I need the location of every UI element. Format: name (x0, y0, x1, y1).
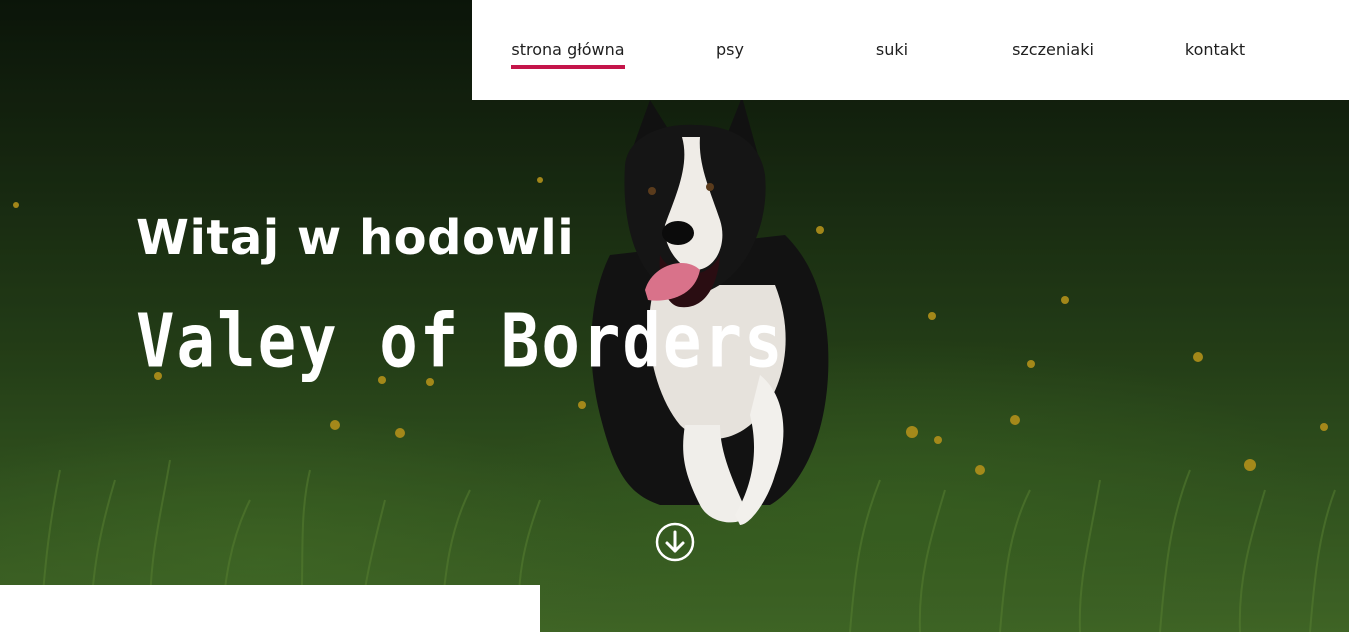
nav-item-kontakt[interactable]: kontakt (1183, 40, 1247, 70)
nav-item-psy[interactable]: psy (712, 40, 748, 70)
nav-item-strona-glowna[interactable]: strona główna (511, 40, 625, 70)
nav-item-szczeniaki[interactable]: szczeniaki (1010, 40, 1096, 70)
arrow-down-circle-icon (655, 522, 695, 562)
scroll-down-button[interactable] (655, 522, 695, 562)
main-navigation: strona główna psy suki szczeniaki kontak… (472, 0, 1349, 100)
kennel-name: Valey of Borders (136, 300, 785, 386)
nav-item-suki[interactable]: suki (872, 40, 912, 70)
hero-headline: Witaj w hodowli (136, 210, 575, 266)
content-panel-edge (0, 585, 540, 632)
